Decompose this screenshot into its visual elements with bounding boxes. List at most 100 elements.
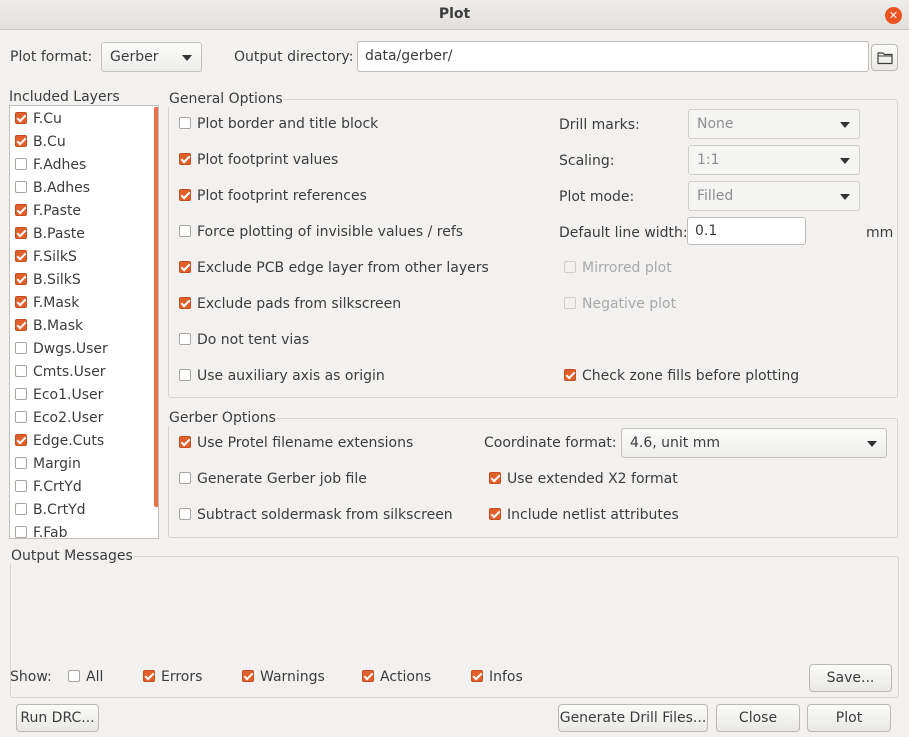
layer-label: B.Paste (33, 226, 85, 242)
general-option-checkbox[interactable]: Force plotting of invisible values / ref… (179, 223, 463, 241)
chevron-down-icon (840, 194, 850, 200)
plot-mode-label: Plot mode: (559, 189, 635, 205)
default-line-width-input[interactable]: 0.1 (687, 217, 806, 245)
filter-infos-checkbox[interactable]: Infos (471, 668, 523, 686)
general-option-checkbox[interactable]: Exclude pads from silkscreen (179, 295, 401, 313)
layer-checkbox[interactable]: B.CrtYd (15, 501, 86, 519)
layer-checkbox[interactable]: B.Adhes (15, 179, 90, 197)
filter-actions-label: Actions (380, 669, 432, 685)
layer-label: Eco2.User (33, 410, 104, 426)
general-option-checkbox[interactable]: Use auxiliary axis as origin (179, 367, 385, 385)
checkbox-box (564, 369, 576, 381)
layer-checkbox[interactable]: F.CrtYd (15, 478, 82, 496)
checkbox-box (15, 480, 27, 492)
chevron-down-icon (840, 158, 850, 164)
layer-checkbox[interactable]: F.Mask (15, 294, 79, 312)
drill-marks-label: Drill marks: (559, 117, 640, 133)
chevron-down-icon (840, 122, 850, 128)
general-option-checkbox[interactable]: Plot footprint references (179, 187, 367, 205)
layer-checkbox[interactable]: Edge.Cuts (15, 432, 104, 450)
layer-checkbox[interactable]: Eco1.User (15, 386, 103, 404)
output-directory-input[interactable]: data/gerber/ (357, 41, 869, 72)
browse-folder-button[interactable] (871, 44, 898, 71)
window-title: Plot (438, 6, 471, 22)
layer-checkbox[interactable]: F.SilkS (15, 248, 77, 266)
close-icon[interactable]: ✕ (885, 7, 902, 24)
checkbox-box (362, 670, 374, 682)
coordinate-format-select[interactable]: 4.6, unit mm (621, 428, 887, 458)
checkbox-box (179, 297, 191, 309)
general-option-checkbox[interactable]: Plot footprint values (179, 151, 338, 169)
protel-extensions-checkbox[interactable]: Use Protel filename extensions (179, 434, 413, 452)
plot-format-value: Gerber (110, 49, 159, 65)
filter-warnings-checkbox[interactable]: Warnings (242, 668, 325, 686)
generate-drill-files-button[interactable]: Generate Drill Files... (558, 704, 708, 732)
layer-checkbox[interactable]: B.Mask (15, 317, 83, 335)
drill-marks-select[interactable]: None (688, 109, 860, 139)
run-drc-button[interactable]: Run DRC... (16, 704, 99, 732)
general-option-checkbox[interactable]: Plot border and title block (179, 115, 378, 133)
close-button[interactable]: Close (716, 704, 800, 732)
plot-button[interactable]: Plot (807, 704, 891, 732)
layers-scrollbar[interactable] (154, 107, 158, 507)
negative-plot-checkbox[interactable]: Negative plot (564, 295, 676, 313)
protel-extensions-label: Use Protel filename extensions (197, 435, 414, 451)
checkbox-box (179, 436, 191, 448)
layer-checkbox[interactable]: F.Fab (15, 524, 68, 539)
included-layers-list[interactable]: F.Cu B.Cu F.Adhes B.Adhes F.Paste B.Paste F.Si… (9, 105, 159, 539)
general-option-label: Plot border and title block (197, 116, 379, 132)
general-option-label: Plot footprint values (197, 152, 339, 168)
plot-format-select[interactable]: Gerber (101, 42, 202, 72)
output-directory-label: Output directory: (234, 49, 354, 65)
layer-label: Eco1.User (33, 387, 104, 403)
gerber-job-file-checkbox[interactable]: Generate Gerber job file (179, 470, 367, 488)
check-zone-fills-checkbox[interactable]: Check zone fills before plotting (564, 367, 799, 385)
chevron-down-icon (867, 441, 877, 447)
coordinate-format-label: Coordinate format: (484, 435, 617, 451)
layer-checkbox[interactable]: F.Paste (15, 202, 81, 220)
show-label: Show: (10, 669, 52, 685)
checkbox-box (179, 333, 191, 345)
filter-errors-checkbox[interactable]: Errors (143, 668, 202, 686)
checkbox-box (179, 117, 191, 129)
layer-label: F.Adhes (33, 157, 87, 173)
checkbox-box (179, 225, 191, 237)
layer-label: B.Adhes (33, 180, 91, 196)
layer-label: Dwgs.User (33, 341, 108, 357)
layer-checkbox[interactable]: Eco2.User (15, 409, 103, 427)
checkbox-box (179, 472, 191, 484)
layer-label: F.Fab (33, 525, 68, 539)
layer-label: F.CrtYd (33, 479, 82, 495)
layer-label: B.CrtYd (33, 502, 86, 518)
subtract-soldermask-checkbox[interactable]: Subtract soldermask from silkscreen (179, 506, 453, 524)
general-options-group (168, 99, 898, 398)
layer-checkbox[interactable]: B.SilkS (15, 271, 81, 289)
filter-actions-checkbox[interactable]: Actions (362, 668, 431, 686)
checkbox-box (15, 158, 27, 170)
netlist-attributes-checkbox[interactable]: Include netlist attributes (489, 506, 679, 524)
scaling-label: Scaling: (559, 153, 615, 169)
layer-checkbox[interactable]: F.Adhes (15, 156, 86, 174)
layer-checkbox[interactable]: F.Cu (15, 110, 62, 128)
save-button[interactable]: Save... (809, 664, 892, 692)
mirrored-plot-checkbox[interactable]: Mirrored plot (564, 259, 672, 277)
filter-all-checkbox[interactable]: All (68, 668, 103, 686)
checkbox-box (179, 508, 191, 520)
title-bar: Plot ✕ (0, 0, 909, 30)
general-option-checkbox[interactable]: Do not tent vias (179, 331, 309, 349)
checkbox-box (179, 369, 191, 381)
layer-checkbox[interactable]: B.Paste (15, 225, 85, 243)
extended-x2-checkbox[interactable]: Use extended X2 format (489, 470, 678, 488)
layer-checkbox[interactable]: Margin (15, 455, 81, 473)
layer-checkbox[interactable]: Dwgs.User (15, 340, 108, 358)
checkbox-box (179, 153, 191, 165)
layer-label: Edge.Cuts (33, 433, 105, 449)
filter-errors-label: Errors (161, 669, 203, 685)
scaling-select[interactable]: 1:1 (688, 145, 860, 175)
general-option-checkbox[interactable]: Exclude PCB edge layer from other layers (179, 259, 489, 277)
layer-checkbox[interactable]: B.Cu (15, 133, 66, 151)
layer-checkbox[interactable]: Cmts.User (15, 363, 106, 381)
plot-format-label: Plot format: (10, 49, 93, 65)
plot-mode-select[interactable]: Filled (688, 181, 860, 211)
general-option-label: Use auxiliary axis as origin (197, 368, 385, 384)
